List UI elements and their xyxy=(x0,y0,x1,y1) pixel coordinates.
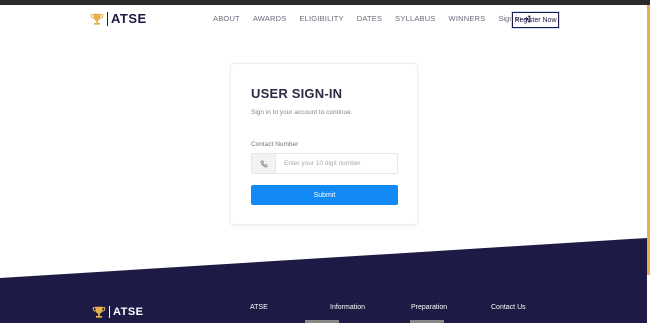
nav-syllabus[interactable]: SYLLABUS xyxy=(395,14,435,23)
signin-card: USER SIGN-IN Sign in to your account to … xyxy=(230,63,418,225)
trophy-icon xyxy=(90,13,104,25)
site-header: ATSE ABOUT AWARDS ELIGIBILITY DATES SYLL… xyxy=(0,5,647,33)
card-subtitle: Sign in to your account to continue. xyxy=(251,109,353,116)
footer-heading-information: Information xyxy=(330,304,366,311)
footer-heading-contact-us: Contact Us xyxy=(491,304,526,311)
contact-number-input[interactable] xyxy=(276,154,397,173)
main-nav: ABOUT AWARDS ELIGIBILITY DATES SYLLABUS … xyxy=(213,14,531,23)
nav-eligibility[interactable]: ELIGIBILITY xyxy=(299,14,343,23)
nav-winners[interactable]: WINNERS xyxy=(449,14,486,23)
submit-button[interactable]: Submit xyxy=(251,185,398,205)
nav-about[interactable]: ABOUT xyxy=(213,14,240,23)
footer-brand-logo[interactable]: ATSE xyxy=(92,305,144,319)
phone-addon xyxy=(252,154,276,173)
register-now-button[interactable]: Register Now xyxy=(512,12,559,28)
card-title: USER SIGN-IN xyxy=(251,86,343,101)
nav-dates[interactable]: DATES xyxy=(357,14,382,23)
footer-heading-preparation: Preparation xyxy=(411,304,448,311)
footer-heading-atse: ATSE xyxy=(250,304,268,311)
contact-number-group xyxy=(251,153,398,174)
contact-number-label: Contact Number xyxy=(251,141,299,148)
footer-trophy-icon xyxy=(92,306,106,318)
nav-awards[interactable]: AWARDS xyxy=(253,14,287,23)
brand-logo[interactable]: ATSE xyxy=(90,11,147,26)
footer-logo-divider xyxy=(109,306,110,318)
phone-icon xyxy=(260,160,267,167)
brand-name: ATSE xyxy=(111,11,147,26)
logo-divider xyxy=(107,11,108,26)
footer-brand-name: ATSE xyxy=(113,306,144,318)
